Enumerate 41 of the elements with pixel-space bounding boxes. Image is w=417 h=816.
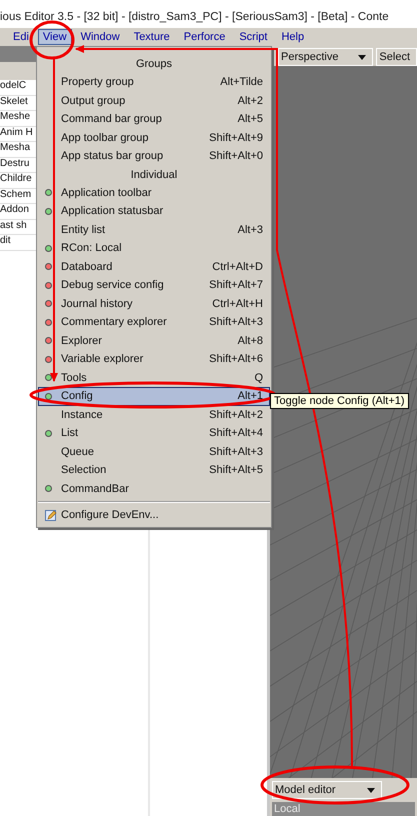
- menu-group-header: Individual: [130, 168, 178, 182]
- menu-item[interactable]: Command bar group Alt+5: [38, 110, 270, 128]
- mode-dropdown[interactable]: Model editor: [272, 781, 382, 799]
- menu-item[interactable]: Journal history Ctrl+Alt+H: [38, 294, 270, 313]
- menu-item[interactable]: Commentary explorer Shift+Alt+3: [38, 313, 270, 332]
- menu-item[interactable]: RCon: Local: [38, 239, 270, 258]
- select-dropdown[interactable]: Select: [376, 48, 417, 66]
- menu-item[interactable]: Queue Shift+Alt+3: [38, 442, 270, 461]
- menu-item[interactable]: Databoard Ctrl+Alt+D: [38, 258, 270, 276]
- window-title: ious Editor 3.5 - [32 bit] - [distro_Sam3_PC] - [SeriousSam3] - [Beta] - Conte: [0, 11, 389, 23]
- menu-item[interactable]: Selection Shift+Alt+5: [38, 461, 270, 480]
- menu-item[interactable]: Output group Alt+2: [38, 92, 270, 110]
- menu-bar-item[interactable]: Window: [76, 29, 125, 45]
- pencil-document-icon: [45, 509, 57, 522]
- menu-item[interactable]: Entity list Alt+3: [38, 220, 270, 239]
- annotation-circle: [30, 20, 74, 60]
- menu-item[interactable]: App toolbar group Shift+Alt+9: [38, 128, 270, 147]
- dropdown-caret-icon: [367, 788, 375, 792]
- menu-item[interactable]: Explorer Alt+8: [38, 332, 270, 350]
- menu-bar-item[interactable]: View: [38, 29, 72, 45]
- dropdown-caret-icon: [358, 54, 366, 60]
- menu-bar-item[interactable]: Texture: [128, 29, 175, 45]
- menu-bar-item[interactable]: Perforce: [178, 29, 230, 45]
- menu-item[interactable]: Configure DevEnv...: [38, 506, 270, 524]
- menu-item[interactable]: Application toolbar: [38, 184, 270, 202]
- menu-item[interactable]: CommandBar: [38, 480, 270, 498]
- status-field: Local: [272, 802, 415, 816]
- menu-group-header: Groups: [134, 57, 174, 72]
- menu-item[interactable]: Variable explorer Shift+Alt+6: [38, 350, 270, 368]
- menu-item[interactable]: Instance Shift+Alt+2: [38, 406, 270, 424]
- menu-item[interactable]: Application statusbar: [38, 202, 270, 220]
- menu-item[interactable]: List Shift+Alt+4: [38, 424, 270, 442]
- menu-bar-item[interactable]: Edi: [8, 29, 34, 45]
- menu-bar-item[interactable]: Script: [234, 29, 272, 45]
- camera-dropdown[interactable]: Perspective: [278, 48, 374, 66]
- menu-item[interactable]: Property group Alt+Tilde: [38, 73, 270, 92]
- menu-item[interactable]: App status bar group Shift+Alt+0: [38, 147, 270, 166]
- menu-bar-item[interactable]: Help: [276, 29, 310, 45]
- menu-item[interactable]: Tools Q: [38, 368, 270, 387]
- tooltip: Toggle node Config (Alt+1): [270, 393, 409, 409]
- menu-item[interactable]: Debug service config Shift+Alt+7: [38, 276, 270, 294]
